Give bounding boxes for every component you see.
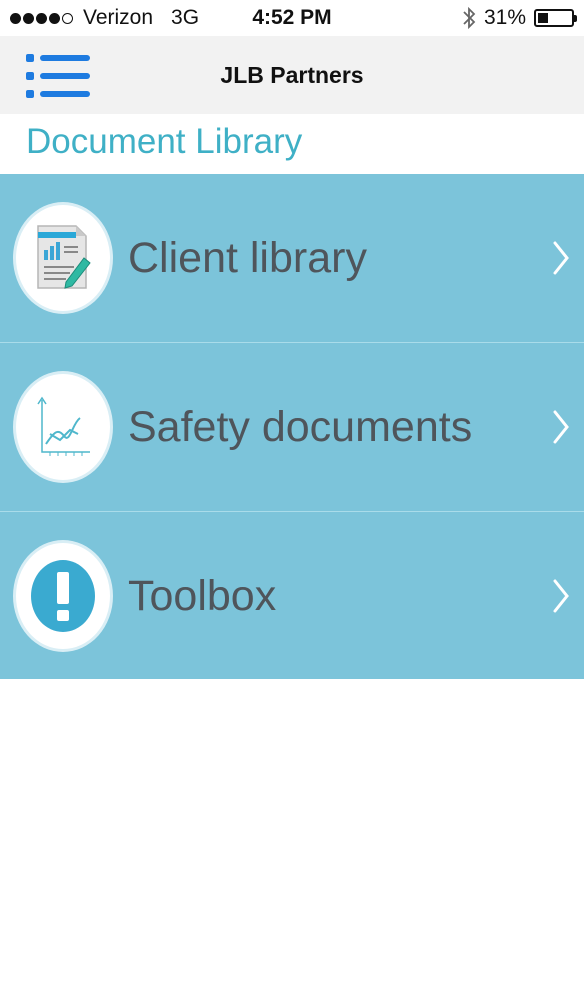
- battery-icon: [534, 9, 577, 27]
- document-chart-icon: [13, 202, 113, 314]
- hamburger-menu-icon[interactable]: [26, 52, 92, 100]
- list-item-label: Safety documents: [128, 403, 473, 451]
- document-list: Client library Safety documents Toolbox: [0, 174, 584, 679]
- status-time: 4:52 PM: [252, 6, 332, 29]
- status-left: Verizon 3G: [10, 6, 199, 30]
- list-item-toolbox[interactable]: Toolbox: [0, 512, 584, 679]
- network-label: 3G: [171, 6, 200, 29]
- chevron-right-icon: [553, 579, 569, 613]
- line-graph-icon: [13, 371, 113, 483]
- carrier-label: Verizon: [83, 6, 154, 29]
- list-item-client-library[interactable]: Client library: [0, 174, 584, 343]
- status-bar: Verizon 3G 4:52 PM 31%: [0, 0, 584, 36]
- list-item-label: Toolbox: [128, 572, 277, 620]
- chevron-right-icon: [553, 410, 569, 444]
- status-right: 31%: [462, 6, 577, 30]
- signal-dots-icon: [10, 12, 73, 24]
- exclamation-icon: [13, 540, 113, 652]
- nav-bar: JLB Partners: [0, 36, 584, 114]
- chevron-right-icon: [553, 241, 569, 275]
- battery-percent: 31%: [483, 6, 526, 29]
- nav-title: JLB Partners: [220, 61, 364, 88]
- bluetooth-icon: [463, 6, 476, 30]
- list-item-label: Client library: [128, 234, 367, 282]
- list-item-safety-documents[interactable]: Safety documents: [0, 343, 584, 512]
- battery-fill: [538, 13, 548, 23]
- section-title: Document Library: [26, 122, 303, 161]
